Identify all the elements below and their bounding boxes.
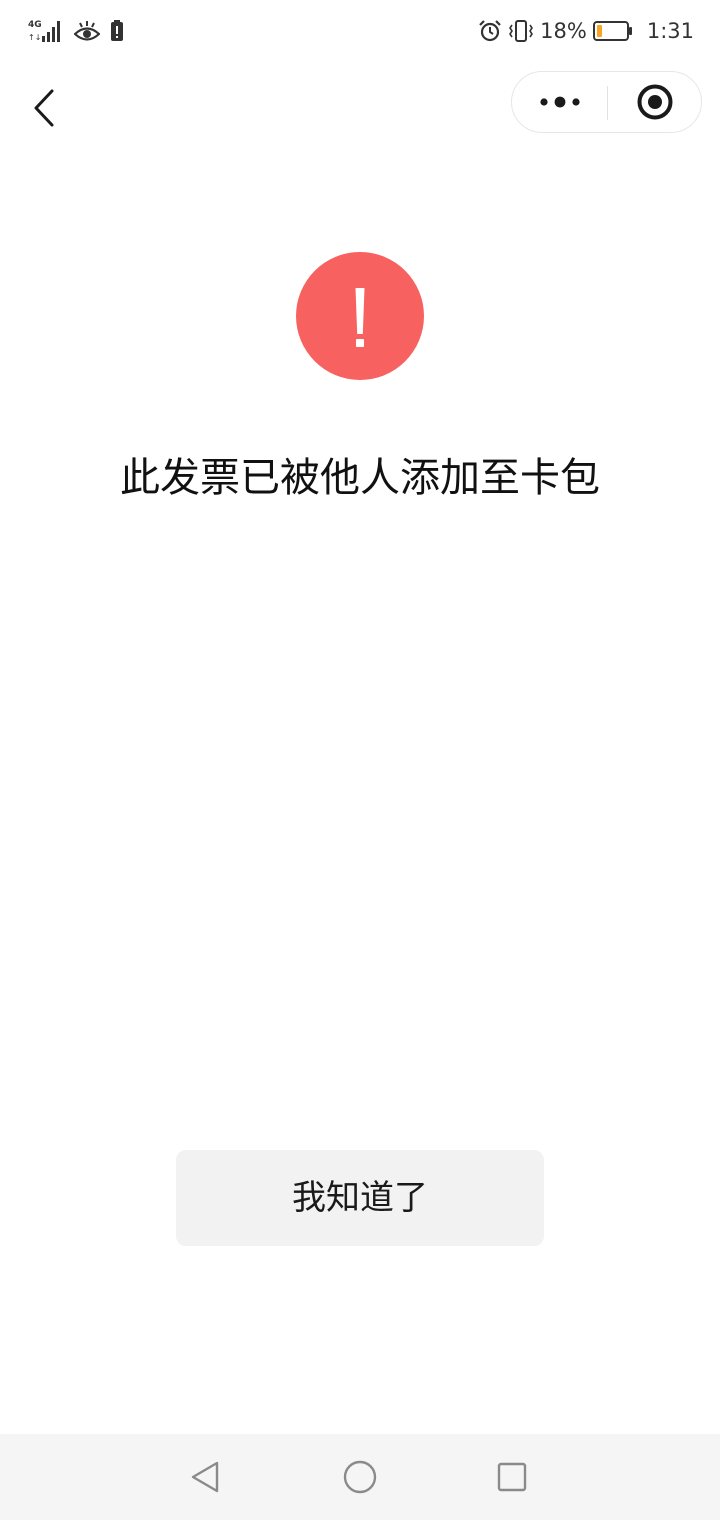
more-button[interactable] — [512, 72, 607, 132]
vibrate-icon — [508, 19, 534, 43]
home-circle-icon — [342, 1459, 378, 1495]
status-bar-left: 4G ↑↓ — [28, 16, 124, 46]
battery-percent: 18% — [540, 19, 587, 43]
svg-text:4G: 4G — [28, 20, 42, 30]
confirm-button[interactable]: 我知道了 — [176, 1150, 544, 1246]
status-bar-right: 18% 1:31 — [478, 16, 694, 46]
back-triangle-icon — [189, 1460, 221, 1494]
recents-square-icon — [496, 1461, 528, 1493]
battery-warning-icon — [110, 20, 124, 42]
signal-4g-icon: 4G ↑↓ — [28, 18, 64, 44]
warning-exclamation-icon — [296, 252, 424, 380]
svg-text:↑↓: ↑↓ — [28, 33, 41, 42]
system-navigation-bar — [0, 1434, 720, 1520]
alarm-icon — [478, 19, 502, 43]
more-dots-icon — [539, 95, 581, 109]
back-button[interactable] — [20, 80, 68, 136]
target-close-icon — [636, 83, 674, 121]
close-miniprogram-button[interactable] — [608, 72, 702, 132]
result-message: 此发票已被他人添加至卡包 — [120, 455, 600, 501]
system-back-button[interactable] — [183, 1455, 227, 1499]
clock-time: 1:31 — [646, 19, 694, 43]
eye-icon — [74, 20, 100, 42]
miniprogram-capsule — [511, 71, 702, 133]
system-recents-button[interactable] — [490, 1455, 534, 1499]
screen: 4G ↑↓ 18% 1:31 此发票已被他人添加至卡包 我知道了 — [0, 0, 720, 1520]
system-home-button[interactable] — [338, 1455, 382, 1499]
chevron-left-icon — [32, 88, 56, 128]
status-bar: 4G ↑↓ 18% 1:31 — [0, 0, 720, 62]
battery-icon — [592, 20, 633, 42]
